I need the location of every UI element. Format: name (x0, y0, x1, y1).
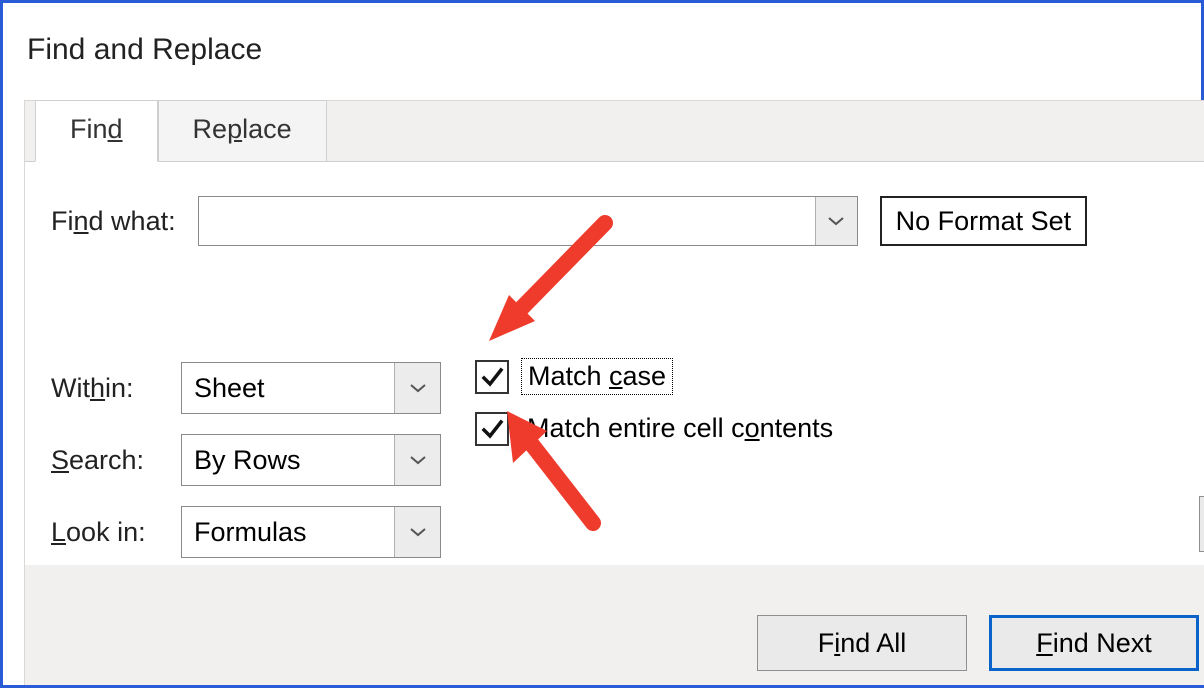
chevron-down-icon (409, 383, 427, 393)
search-value: By Rows (182, 445, 394, 476)
chevron-down-icon (409, 527, 427, 537)
lookin-value: Formulas (182, 517, 394, 548)
match-case-checkbox[interactable] (475, 360, 509, 394)
dialog-title: Find and Replace (3, 3, 1201, 77)
truncated-button[interactable] (1199, 496, 1204, 552)
find-what-label: Find what: (51, 206, 176, 237)
chevron-down-icon (409, 455, 427, 465)
search-select[interactable]: By Rows (181, 434, 441, 486)
find-what-dropdown-button[interactable] (815, 197, 857, 245)
lookin-label: Look in: (51, 517, 181, 548)
find-next-button[interactable]: Find Next (989, 615, 1199, 671)
checkmark-icon (480, 417, 504, 441)
tab-replace[interactable]: Replace (158, 100, 327, 162)
match-case-label: Match case (521, 358, 673, 395)
within-value: Sheet (182, 373, 394, 404)
chevron-down-icon (827, 216, 845, 226)
match-options: Match case Match entire cell contents (475, 358, 839, 462)
match-case-row: Match case (475, 358, 839, 395)
match-entire-label: Match entire cell contents (521, 411, 839, 446)
lookin-dropdown-button[interactable] (394, 507, 440, 557)
search-label: Search: (51, 445, 181, 476)
lookin-select[interactable]: Formulas (181, 506, 441, 558)
match-entire-row: Match entire cell contents (475, 411, 839, 446)
match-entire-checkbox[interactable] (475, 412, 509, 446)
search-dropdown-button[interactable] (394, 435, 440, 485)
within-label: Within: (51, 373, 181, 404)
dialog-body: Find Replace Find what: No Format Set (24, 100, 1204, 685)
find-all-button[interactable]: Find All (757, 615, 967, 671)
format-button[interactable]: No Format Set (880, 196, 1088, 246)
tab-strip: Find Replace (35, 100, 327, 162)
find-replace-dialog: Find and Replace Find Replace Find what: (0, 0, 1204, 688)
find-tab-panel: Find what: No Format Set Within: Sheet (25, 161, 1204, 565)
find-what-input[interactable] (198, 196, 858, 246)
search-options: Within: Sheet Search: By Rows (51, 362, 441, 578)
tab-find[interactable]: Find (35, 100, 158, 162)
find-what-row: Find what: No Format Set (51, 196, 1199, 246)
within-dropdown-button[interactable] (394, 363, 440, 413)
dialog-button-row: Find All Find Next (757, 615, 1199, 671)
checkmark-icon (480, 365, 504, 389)
within-select[interactable]: Sheet (181, 362, 441, 414)
